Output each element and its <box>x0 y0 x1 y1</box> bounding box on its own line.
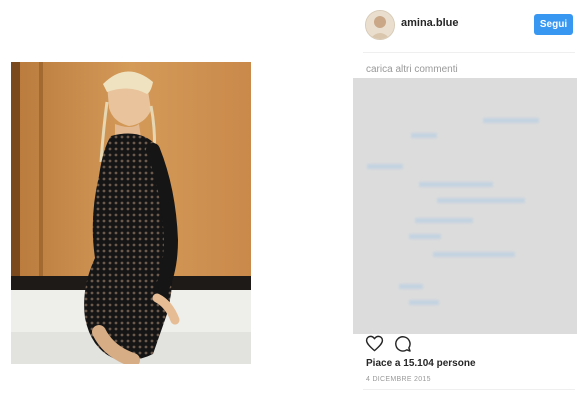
load-more-comments-link[interactable]: carica altri commenti <box>366 64 458 75</box>
post-side-panel: amina.blue Segui carica altri commenti P… <box>353 0 577 400</box>
blurred-comment-text <box>437 198 525 203</box>
blurred-comment-text <box>415 218 473 223</box>
username-link[interactable]: amina.blue <box>401 17 458 29</box>
avatar[interactable] <box>365 10 395 40</box>
footer-divider <box>363 389 575 390</box>
comments-list <box>353 78 577 334</box>
blurred-comment-text <box>409 300 439 305</box>
post-photo <box>11 62 251 364</box>
likes-count[interactable]: Piace a 15.104 persone <box>366 358 476 369</box>
comment-icon[interactable] <box>393 334 412 353</box>
blurred-comment-text <box>483 118 539 123</box>
post-header: amina.blue Segui <box>353 0 577 52</box>
blurred-comment-text <box>419 182 493 187</box>
follow-button[interactable]: Segui <box>534 14 573 35</box>
blurred-comment-text <box>399 284 423 289</box>
heart-icon[interactable] <box>365 334 384 353</box>
blurred-comment-text <box>409 234 441 239</box>
blurred-comment-text <box>411 133 437 138</box>
blurred-comment-text <box>367 164 403 169</box>
post-date: 4 DICEMBRE 2015 <box>366 376 431 383</box>
blurred-comment-text <box>433 252 515 257</box>
header-divider <box>363 52 575 53</box>
